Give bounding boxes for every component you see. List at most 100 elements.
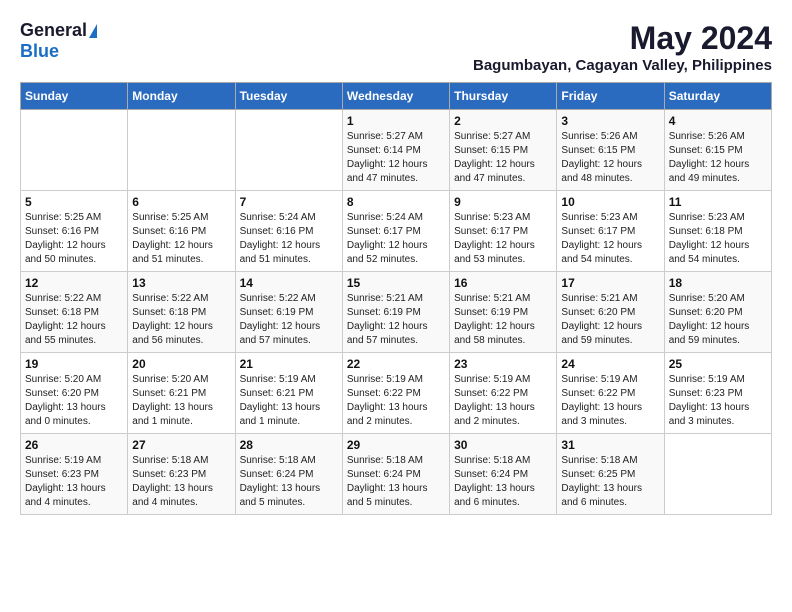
cell-info: Sunrise: 5:26 AM Sunset: 6:15 PM Dayligh… (669, 130, 767, 186)
day-number: 3 (561, 114, 659, 128)
calendar-cell: 19 Sunrise: 5:20 AM Sunset: 6:20 PM Dayli… (21, 353, 128, 434)
header-cell-saturday: Saturday (664, 83, 771, 110)
cell-info: Sunrise: 5:21 AM Sunset: 6:19 PM Dayligh… (347, 292, 445, 348)
calendar-cell: 18 Sunrise: 5:20 AM Sunset: 6:20 PM Dayli… (664, 272, 771, 353)
day-number: 23 (454, 357, 552, 371)
cell-info: Sunrise: 5:22 AM Sunset: 6:18 PM Dayligh… (132, 292, 230, 348)
location-subtitle: Bagumbayan, Cagayan Valley, Philippines (473, 57, 772, 74)
cell-info: Sunrise: 5:21 AM Sunset: 6:20 PM Dayligh… (561, 292, 659, 348)
cell-info: Sunrise: 5:19 AM Sunset: 6:23 PM Dayligh… (25, 454, 123, 510)
calendar-cell: 9Sunrise: 5:23 AM Sunset: 6:17 PM Daylig… (450, 191, 557, 272)
cell-info: Sunrise: 5:25 AM Sunset: 6:16 PM Dayligh… (25, 211, 123, 267)
day-number: 20 (132, 357, 230, 371)
cell-info: Sunrise: 5:18 AM Sunset: 6:24 PM Dayligh… (347, 454, 445, 510)
calendar-cell: 13 Sunrise: 5:22 AM Sunset: 6:18 PM Dayli… (128, 272, 235, 353)
calendar-cell: 22 Sunrise: 5:19 AM Sunset: 6:22 PM Dayli… (342, 353, 449, 434)
cell-info: Sunrise: 5:18 AM Sunset: 6:24 PM Dayligh… (454, 454, 552, 510)
day-number: 19 (25, 357, 123, 371)
day-number: 17 (561, 276, 659, 290)
calendar-week-row: 1 Sunrise: 5:27 AM Sunset: 6:14 PM Daylig… (21, 110, 772, 191)
day-number: 10 (561, 195, 659, 209)
cell-info: Sunrise: 5:22 AM Sunset: 6:18 PM Dayligh… (25, 292, 123, 348)
calendar-cell (21, 110, 128, 191)
cell-info: Sunrise: 5:19 AM Sunset: 6:23 PM Dayligh… (669, 373, 767, 429)
cell-info: Sunrise: 5:18 AM Sunset: 6:23 PM Dayligh… (132, 454, 230, 510)
cell-info: Sunrise: 5:20 AM Sunset: 6:21 PM Dayligh… (132, 373, 230, 429)
calendar-header: SundayMondayTuesdayWednesdayThursdayFrid… (21, 83, 772, 110)
day-number: 24 (561, 357, 659, 371)
calendar-cell: 7Sunrise: 5:24 AM Sunset: 6:16 PM Daylig… (235, 191, 342, 272)
title-area: May 2024 Bagumbayan, Cagayan Valley, Phi… (473, 20, 772, 74)
header-cell-tuesday: Tuesday (235, 83, 342, 110)
day-number: 8 (347, 195, 445, 209)
calendar-cell: 14 Sunrise: 5:22 AM Sunset: 6:19 PM Dayli… (235, 272, 342, 353)
day-number: 28 (240, 438, 338, 452)
cell-info: Sunrise: 5:26 AM Sunset: 6:15 PM Dayligh… (561, 130, 659, 186)
header-cell-thursday: Thursday (450, 83, 557, 110)
day-number: 15 (347, 276, 445, 290)
cell-info: Sunrise: 5:23 AM Sunset: 6:18 PM Dayligh… (669, 211, 767, 267)
cell-info: Sunrise: 5:19 AM Sunset: 6:22 PM Dayligh… (347, 373, 445, 429)
calendar-week-row: 5 Sunrise: 5:25 AM Sunset: 6:16 PM Daylig… (21, 191, 772, 272)
calendar-cell: 12 Sunrise: 5:22 AM Sunset: 6:18 PM Dayli… (21, 272, 128, 353)
calendar-cell: 11 Sunrise: 5:23 AM Sunset: 6:18 PM Dayli… (664, 191, 771, 272)
cell-info: Sunrise: 5:24 AM Sunset: 6:16 PM Dayligh… (240, 211, 338, 267)
calendar-cell: 24 Sunrise: 5:19 AM Sunset: 6:22 PM Dayli… (557, 353, 664, 434)
calendar-cell: 31 Sunrise: 5:18 AM Sunset: 6:25 PM Dayli… (557, 434, 664, 515)
day-number: 25 (669, 357, 767, 371)
day-number: 26 (25, 438, 123, 452)
day-number: 12 (25, 276, 123, 290)
logo-triangle-icon (89, 24, 97, 38)
day-number: 5 (25, 195, 123, 209)
calendar-cell: 10 Sunrise: 5:23 AM Sunset: 6:17 PM Dayli… (557, 191, 664, 272)
calendar-body: 1 Sunrise: 5:27 AM Sunset: 6:14 PM Daylig… (21, 110, 772, 515)
month-year-title: May 2024 (473, 20, 772, 57)
logo-blue-text: Blue (20, 41, 59, 62)
cell-info: Sunrise: 5:18 AM Sunset: 6:25 PM Dayligh… (561, 454, 659, 510)
header: General Blue May 2024 Bagumbayan, Cagaya… (20, 20, 772, 74)
day-number: 6 (132, 195, 230, 209)
calendar-cell: 15 Sunrise: 5:21 AM Sunset: 6:19 PM Dayli… (342, 272, 449, 353)
cell-info: Sunrise: 5:20 AM Sunset: 6:20 PM Dayligh… (669, 292, 767, 348)
calendar-cell: 30 Sunrise: 5:18 AM Sunset: 6:24 PM Dayli… (450, 434, 557, 515)
calendar-cell: 16 Sunrise: 5:21 AM Sunset: 6:19 PM Dayli… (450, 272, 557, 353)
header-cell-sunday: Sunday (21, 83, 128, 110)
day-number: 30 (454, 438, 552, 452)
cell-info: Sunrise: 5:21 AM Sunset: 6:19 PM Dayligh… (454, 292, 552, 348)
day-number: 13 (132, 276, 230, 290)
day-number: 18 (669, 276, 767, 290)
calendar-cell (128, 110, 235, 191)
day-number: 1 (347, 114, 445, 128)
calendar-cell: 29 Sunrise: 5:18 AM Sunset: 6:24 PM Dayli… (342, 434, 449, 515)
calendar-cell: 17 Sunrise: 5:21 AM Sunset: 6:20 PM Dayli… (557, 272, 664, 353)
calendar-cell: 28Sunrise: 5:18 AM Sunset: 6:24 PM Dayli… (235, 434, 342, 515)
calendar-week-row: 19 Sunrise: 5:20 AM Sunset: 6:20 PM Dayli… (21, 353, 772, 434)
calendar-table: SundayMondayTuesdayWednesdayThursdayFrid… (20, 82, 772, 515)
cell-info: Sunrise: 5:24 AM Sunset: 6:17 PM Dayligh… (347, 211, 445, 267)
day-number: 29 (347, 438, 445, 452)
calendar-cell: 20 Sunrise: 5:20 AM Sunset: 6:21 PM Dayli… (128, 353, 235, 434)
cell-info: Sunrise: 5:23 AM Sunset: 6:17 PM Dayligh… (561, 211, 659, 267)
calendar-cell: 2 Sunrise: 5:27 AM Sunset: 6:15 PM Daylig… (450, 110, 557, 191)
day-number: 31 (561, 438, 659, 452)
day-number: 14 (240, 276, 338, 290)
cell-info: Sunrise: 5:20 AM Sunset: 6:20 PM Dayligh… (25, 373, 123, 429)
cell-info: Sunrise: 5:19 AM Sunset: 6:22 PM Dayligh… (561, 373, 659, 429)
day-number: 9 (454, 195, 552, 209)
calendar-cell: 4 Sunrise: 5:26 AM Sunset: 6:15 PM Daylig… (664, 110, 771, 191)
day-number: 11 (669, 195, 767, 209)
cell-info: Sunrise: 5:22 AM Sunset: 6:19 PM Dayligh… (240, 292, 338, 348)
calendar-cell: 27Sunrise: 5:18 AM Sunset: 6:23 PM Dayli… (128, 434, 235, 515)
cell-info: Sunrise: 5:27 AM Sunset: 6:15 PM Dayligh… (454, 130, 552, 186)
calendar-cell: 26 Sunrise: 5:19 AM Sunset: 6:23 PM Dayli… (21, 434, 128, 515)
header-row: SundayMondayTuesdayWednesdayThursdayFrid… (21, 83, 772, 110)
calendar-cell (235, 110, 342, 191)
header-cell-monday: Monday (128, 83, 235, 110)
day-number: 4 (669, 114, 767, 128)
day-number: 16 (454, 276, 552, 290)
header-cell-friday: Friday (557, 83, 664, 110)
calendar-cell: 3 Sunrise: 5:26 AM Sunset: 6:15 PM Daylig… (557, 110, 664, 191)
day-number: 2 (454, 114, 552, 128)
cell-info: Sunrise: 5:27 AM Sunset: 6:14 PM Dayligh… (347, 130, 445, 186)
day-number: 22 (347, 357, 445, 371)
